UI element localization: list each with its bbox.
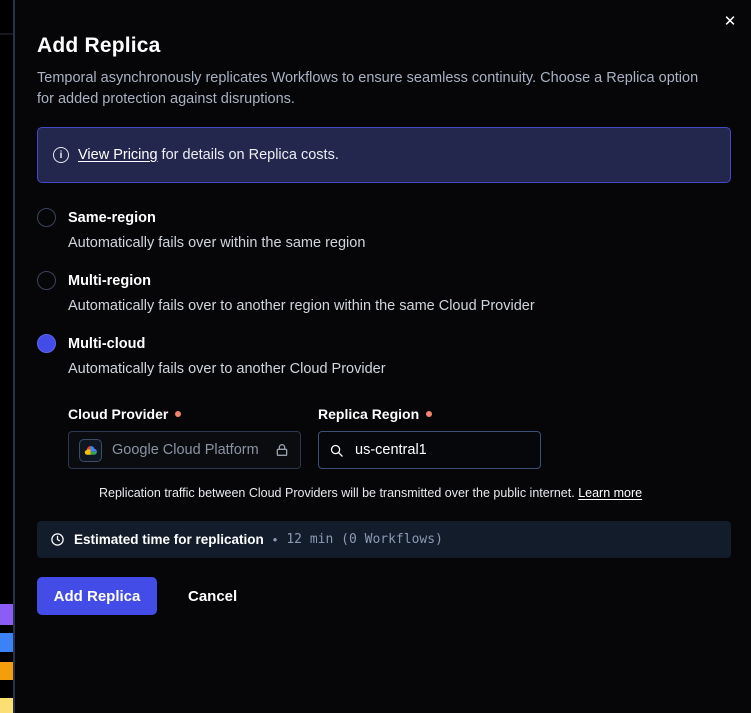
public-internet-note: Replication traffic between Cloud Provid… xyxy=(99,486,731,500)
pricing-banner-text: View Pricing for details on Replica cost… xyxy=(78,147,339,163)
radio-icon[interactable] xyxy=(37,208,56,227)
radio-icon[interactable] xyxy=(37,271,56,290)
field-label-text: Replica Region xyxy=(318,406,419,422)
replica-region-combobox[interactable] xyxy=(318,431,541,469)
learn-more-link[interactable]: Learn more xyxy=(578,486,642,500)
cancel-button[interactable]: Cancel xyxy=(188,588,237,605)
gcp-logo-icon xyxy=(79,439,102,462)
field-label-text: Cloud Provider xyxy=(68,406,168,422)
required-dot xyxy=(426,411,432,417)
add-replica-modal: ✕ Add Replica Temporal asynchronously re… xyxy=(15,0,751,713)
replica-region-label: Replica Region xyxy=(318,406,541,422)
background-stripe-purple xyxy=(0,604,13,625)
estimate-value: 12 min (0 Workflows) xyxy=(286,532,443,547)
add-replica-button[interactable]: Add Replica xyxy=(37,577,157,615)
lock-icon xyxy=(274,442,290,458)
modal-description: Temporal asynchronously replicates Workf… xyxy=(37,68,713,110)
clock-icon xyxy=(50,532,65,547)
cloud-provider-field: Cloud Provider xyxy=(68,406,301,469)
radio-multi-region[interactable]: Multi-region xyxy=(37,271,731,290)
option-label: Multi-region xyxy=(68,273,151,289)
pricing-banner-suffix: for details on Replica costs. xyxy=(158,147,339,163)
estimate-separator: • xyxy=(273,532,278,547)
replica-region-field: Replica Region xyxy=(318,406,541,469)
close-icon[interactable]: ✕ xyxy=(717,8,743,34)
estimate-banner: Estimated time for replication • 12 min … xyxy=(37,521,731,558)
background-stripe-blue xyxy=(0,633,13,652)
cloud-provider-value: Google Cloud Platform xyxy=(112,442,259,458)
view-pricing-link[interactable]: View Pricing xyxy=(78,147,158,163)
option-description: Automatically fails over to another Clou… xyxy=(68,361,731,377)
multi-cloud-form: Cloud Provider xyxy=(68,406,731,500)
cloud-provider-label: Cloud Provider xyxy=(68,406,301,422)
option-same-region: Same-region Automatically fails over wit… xyxy=(37,208,731,251)
replica-region-input[interactable] xyxy=(353,441,530,459)
modal-actions: Add Replica Cancel xyxy=(37,577,731,615)
option-label: Same-region xyxy=(68,210,156,226)
cloud-provider-select[interactable]: Google Cloud Platform xyxy=(68,431,301,469)
search-icon xyxy=(329,443,344,458)
pricing-info-banner: i View Pricing for details on Replica co… xyxy=(37,127,731,183)
required-dot xyxy=(175,411,181,417)
note-text: Replication traffic between Cloud Provid… xyxy=(99,486,575,500)
radio-same-region[interactable]: Same-region xyxy=(37,208,731,227)
page-title: Add Replica xyxy=(37,34,731,58)
radio-multi-cloud[interactable]: Multi-cloud xyxy=(37,334,731,353)
option-label: Multi-cloud xyxy=(68,336,145,352)
option-multi-cloud: Multi-cloud Automatically fails over to … xyxy=(37,334,731,377)
background-stripe-orange xyxy=(0,662,13,680)
radio-icon[interactable] xyxy=(37,334,56,353)
estimate-label: Estimated time for replication xyxy=(74,532,264,547)
background-strip-divider xyxy=(0,33,13,35)
option-description: Automatically fails over within the same… xyxy=(68,235,731,251)
option-description: Automatically fails over to another regi… xyxy=(68,298,731,314)
option-multi-region: Multi-region Automatically fails over to… xyxy=(37,271,731,314)
background-stripe-yellow xyxy=(0,698,13,713)
info-icon: i xyxy=(53,147,69,163)
